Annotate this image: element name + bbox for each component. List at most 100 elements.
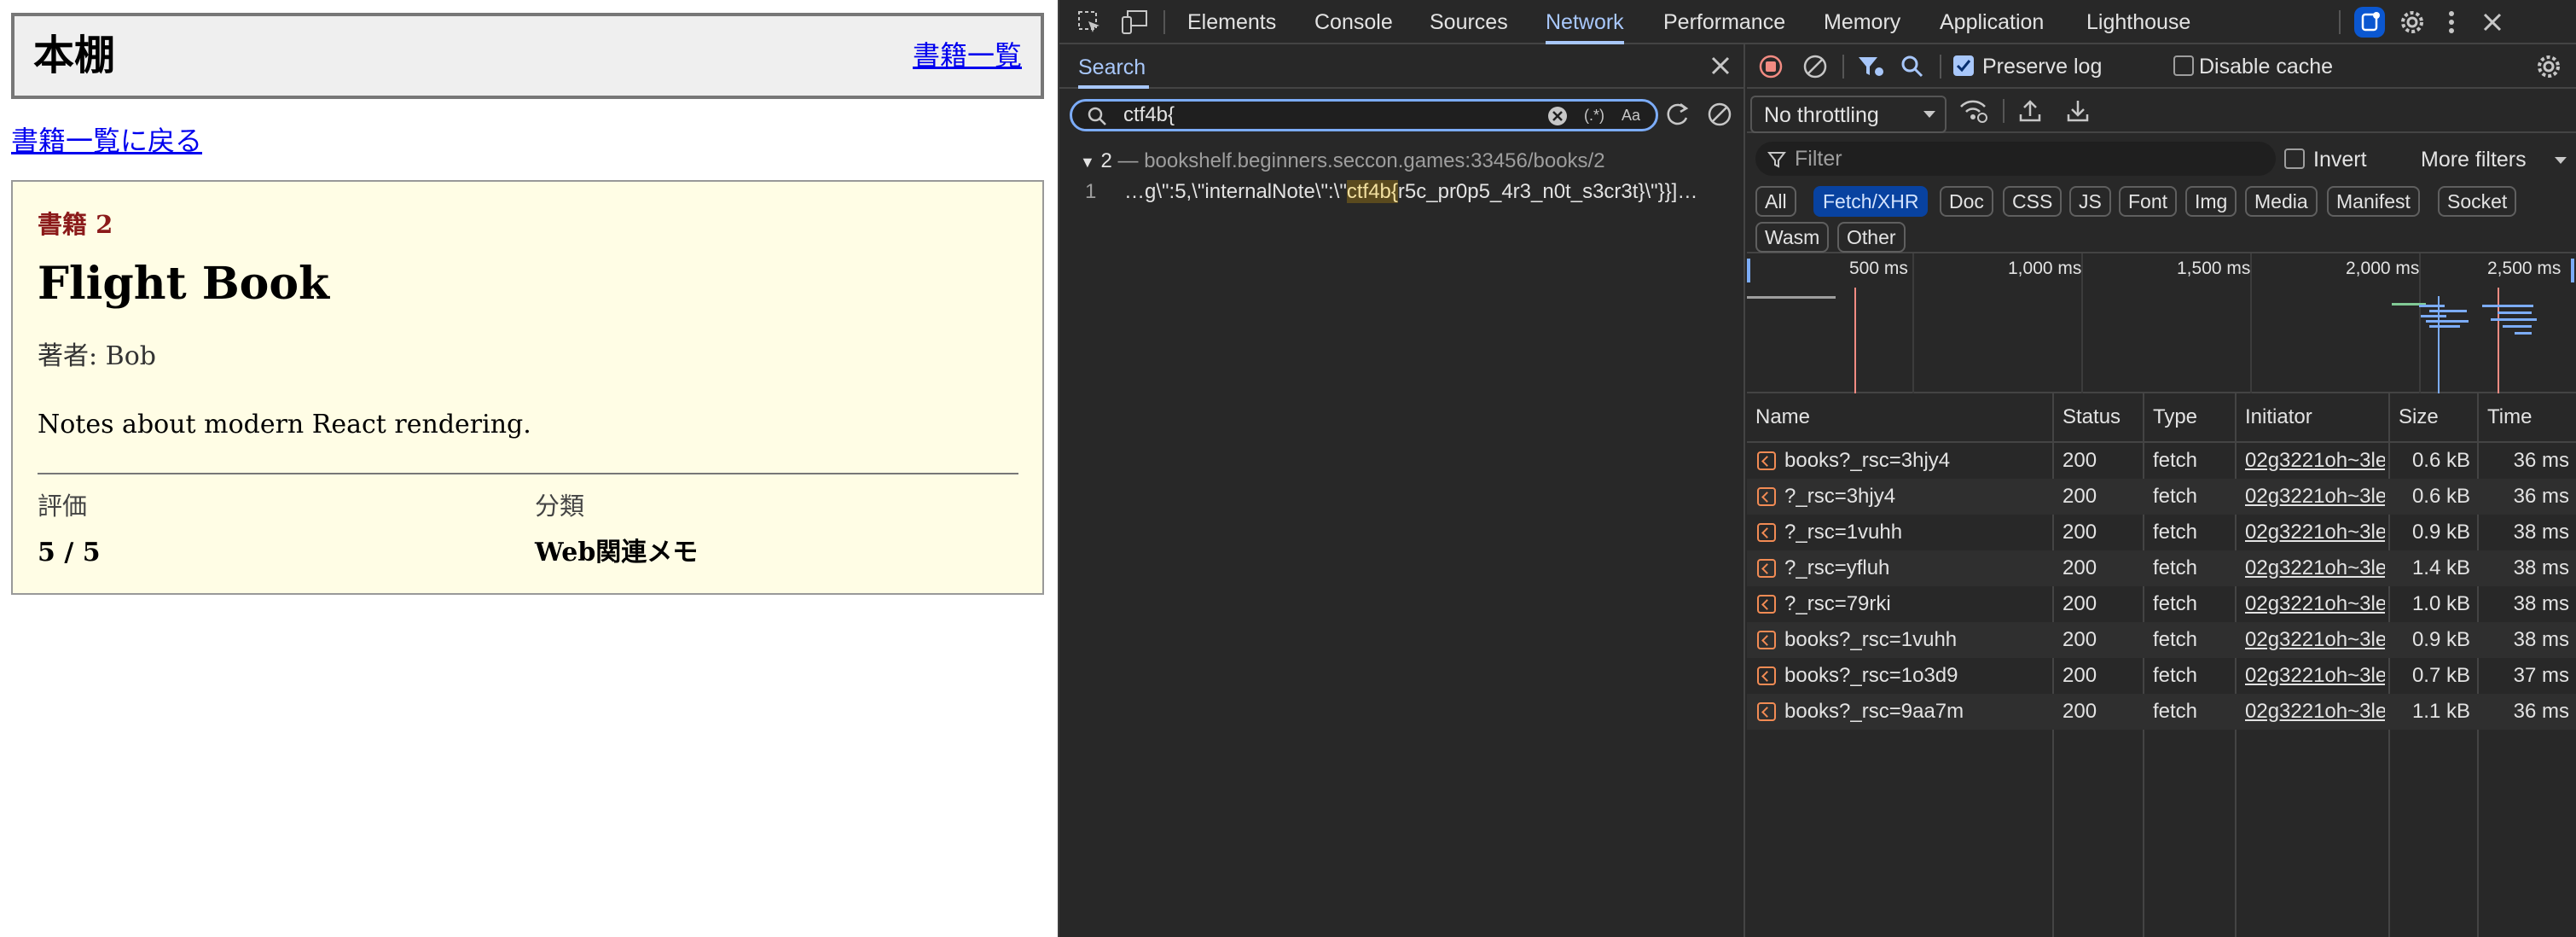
chip-all[interactable]: All (1755, 186, 1796, 217)
chip-doc[interactable]: Doc (1940, 186, 1993, 217)
book-title: Flight Book (38, 258, 330, 310)
network-settings-icon[interactable] (2535, 53, 2562, 80)
table-row[interactable]: ?_rsc=79rki 200 fetch 02g3221oh~3le 1.0 … (1747, 586, 2576, 622)
cell-initiator-link[interactable]: 02g3221oh~3le (2245, 443, 2385, 479)
table-row[interactable]: ?_rsc=3hjy4 200 fetch 02g3221oh~3le 0.6 … (1747, 479, 2576, 515)
cell-status: 200 (2063, 556, 2097, 579)
chip-media[interactable]: Media (2245, 186, 2318, 217)
search-result-line[interactable]: 1 …g\":5,\"internalNote\":\"ctf4b{r5c_pr0… (1085, 179, 1697, 205)
site-title: 本棚 (33, 32, 116, 79)
result-match-suffix: r5c_pr0p5_4r3_n0t_s3cr3t}\"}}]… (1397, 180, 1698, 203)
clear-search-icon[interactable] (1546, 105, 1569, 127)
export-har-icon[interactable] (2064, 97, 2092, 125)
tab-sources[interactable]: Sources (1430, 0, 1508, 44)
tab-application[interactable]: Application (1940, 0, 2044, 44)
tab-network[interactable]: Network (1546, 0, 1624, 44)
cell-initiator-link[interactable]: 02g3221oh~3le (2245, 622, 2385, 658)
chip-manifest[interactable]: Manifest (2327, 186, 2420, 217)
disable-cache-label: Disable cache (2199, 55, 2334, 79)
cell-time: 36 ms (2513, 700, 2569, 723)
cell-type: fetch (2153, 449, 2198, 472)
table-row[interactable]: books?_rsc=3hjy4 200 fetch 02g3221oh~3le… (1747, 443, 2576, 479)
result-match-highlight: ctf4b{ (1346, 180, 1398, 203)
invert-checkbox[interactable] (2284, 148, 2305, 169)
network-conditions-icon[interactable] (1958, 97, 1989, 125)
tab-console[interactable]: Console (1314, 0, 1393, 44)
refresh-search-icon[interactable] (1662, 99, 1692, 130)
clear-log-icon[interactable] (1801, 53, 1829, 80)
search-result-file[interactable]: ▼ 2 — bookshelf.beginners.seccon.games:3… (1080, 148, 1605, 175)
cell-time: 38 ms (2513, 521, 2569, 544)
search-drawer-header: Search (1059, 44, 1745, 89)
chip-js[interactable]: JS (2069, 186, 2111, 217)
search-box[interactable]: ctf4b{ (.*) Aa (1070, 99, 1658, 131)
column-header-name[interactable]: Name (1755, 393, 1810, 441)
more-filters-button[interactable]: More filters (2421, 147, 2527, 172)
cell-initiator-link[interactable]: 02g3221oh~3le (2245, 550, 2385, 586)
clear-results-icon[interactable] (1704, 99, 1735, 130)
more-options-icon[interactable] (2446, 9, 2457, 36)
fetch-request-icon (1757, 523, 1776, 542)
network-toolbar: Preserve log Disable cache (1747, 44, 2576, 89)
book-list-nav-link[interactable]: 書籍一覧 (913, 36, 1022, 75)
network-panel: Preserve log Disable cache No throttling… (1747, 44, 2576, 937)
import-har-icon[interactable] (2016, 97, 2044, 125)
filter-icon[interactable] (1856, 53, 1885, 80)
table-row[interactable]: books?_rsc=1vuhh 200 fetch 02g3221oh~3le… (1747, 622, 2576, 658)
bookshelf-page: 本棚 書籍一覧 書籍一覧に戻る 書籍 2 Flight Book 著者: Bob… (0, 0, 1058, 937)
tab-lighthouse[interactable]: Lighthouse (2086, 0, 2190, 44)
cell-initiator-link[interactable]: 02g3221oh~3le (2245, 479, 2385, 515)
column-header-type[interactable]: Type (2153, 393, 2197, 441)
match-case-toggle[interactable]: Aa (1622, 103, 1640, 127)
cell-initiator-link[interactable]: 02g3221oh~3le (2245, 694, 2385, 730)
column-header-size[interactable]: Size (2399, 393, 2439, 441)
chip-wasm[interactable]: Wasm (1755, 222, 1830, 253)
chip-fetch-xhr[interactable]: Fetch/XHR (1813, 186, 1929, 217)
chip-css[interactable]: CSS (2003, 186, 2063, 217)
invert-label: Invert (2313, 148, 2367, 172)
cell-initiator-link[interactable]: 02g3221oh~3le (2245, 515, 2385, 550)
throttling-select[interactable]: No throttling (1750, 96, 1947, 133)
book-detail-card: 書籍 2 Flight Book 著者: Bob Notes about mod… (11, 180, 1044, 595)
network-overview-timeline[interactable]: 500 ms 1,000 ms 1,500 ms 2,000 ms 2,500 … (1747, 253, 2576, 393)
chip-other[interactable]: Other (1837, 222, 1906, 253)
cell-type: fetch (2153, 592, 2198, 615)
cell-time: 36 ms (2513, 449, 2569, 472)
back-to-list-link[interactable]: 書籍一覧に戻る (11, 121, 202, 160)
table-row[interactable]: ?_rsc=yfluh 200 fetch 02g3221oh~3le 1.4 … (1747, 550, 2576, 586)
tab-performance[interactable]: Performance (1663, 0, 1785, 44)
chip-socket[interactable]: Socket (2438, 186, 2517, 217)
tab-elements[interactable]: Elements (1187, 0, 1276, 44)
close-devtools-icon[interactable] (2480, 10, 2504, 34)
close-search-icon[interactable] (1709, 55, 1732, 77)
table-row[interactable]: books?_rsc=1o3d9 200 fetch 02g3221oh~3le… (1747, 658, 2576, 694)
settings-gear-icon[interactable] (2399, 9, 2426, 36)
table-row[interactable]: books?_rsc=9aa7m 200 fetch 02g3221oh~3le… (1747, 694, 2576, 730)
cell-size: 1.0 kB (2411, 592, 2470, 615)
disable-cache-checkbox[interactable] (2173, 55, 2194, 76)
preserve-log-checkbox[interactable] (1953, 55, 1974, 76)
ai-assistance-icon[interactable] (2353, 5, 2387, 39)
search-network-icon[interactable] (1899, 53, 1926, 80)
cell-initiator-link[interactable]: 02g3221oh~3le (2245, 658, 2385, 694)
inspect-element-icon[interactable] (1076, 9, 1102, 35)
search-input[interactable]: ctf4b{ (1123, 102, 1533, 129)
cell-name: books?_rsc=9aa7m (1784, 700, 1964, 723)
device-toolbar-icon[interactable] (1121, 9, 1148, 35)
stop-recording-icon[interactable] (1757, 53, 1784, 80)
fetch-request-icon (1757, 666, 1776, 685)
column-header-time[interactable]: Time (2487, 393, 2532, 441)
cell-initiator-link[interactable]: 02g3221oh~3le (2245, 586, 2385, 622)
chip-font[interactable]: Font (2119, 186, 2178, 217)
regex-toggle[interactable]: (.*) (1584, 103, 1604, 127)
column-header-initiator[interactable]: Initiator (2245, 393, 2312, 441)
table-row[interactable]: ?_rsc=1vuhh 200 fetch 02g3221oh~3le 0.9 … (1747, 515, 2576, 550)
cell-status: 200 (2063, 664, 2097, 687)
chip-img[interactable]: Img (2185, 186, 2237, 217)
tab-memory[interactable]: Memory (1824, 0, 1900, 44)
column-header-status[interactable]: Status (2063, 393, 2121, 441)
cell-name: books?_rsc=1vuhh (1784, 628, 1958, 651)
filter-input[interactable]: Filter (1755, 142, 2276, 176)
fetch-request-icon (1757, 487, 1776, 506)
search-tab[interactable]: Search (1078, 44, 1150, 89)
